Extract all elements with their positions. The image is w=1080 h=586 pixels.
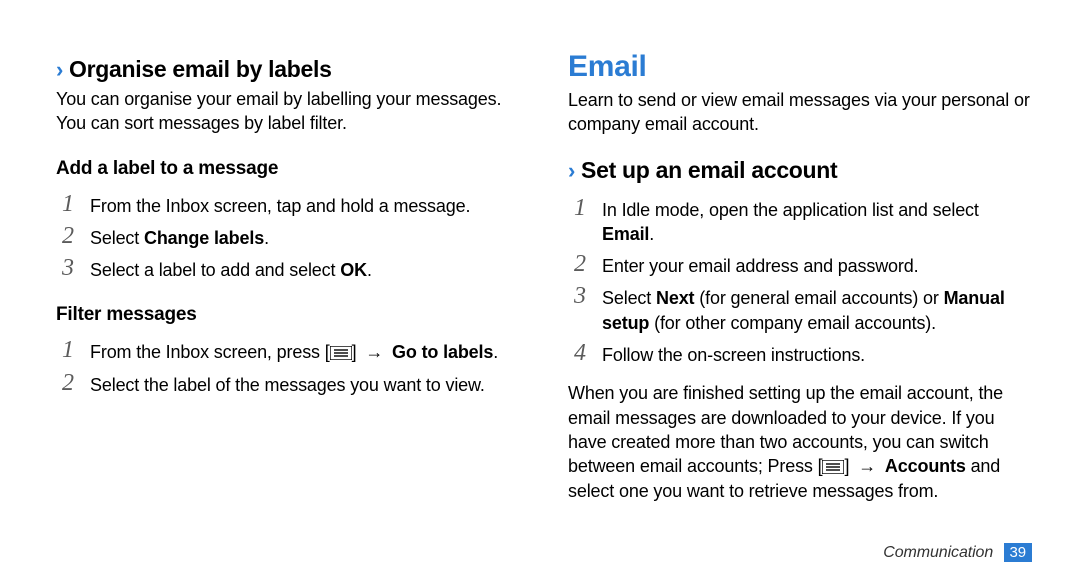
chevron-icon: ›: [568, 158, 575, 184]
step-text: Enter your email address and password.: [602, 252, 918, 278]
subheading-filter-messages: Filter messages: [56, 304, 520, 326]
text-part: .: [264, 228, 269, 248]
step-text: In Idle mode, open the application list …: [602, 196, 1032, 247]
text-part: Select: [602, 288, 656, 308]
text-part: .: [649, 224, 654, 244]
step-number: 3: [568, 284, 592, 309]
step: 1 In Idle mode, open the application lis…: [568, 196, 1032, 247]
subheading-add-label: Add a label to a message: [56, 158, 520, 180]
bold-text: Email: [602, 224, 649, 244]
step-number: 1: [56, 192, 80, 217]
heading-text: Organise email by labels: [69, 56, 332, 82]
intro-text: Learn to send or view email messages via…: [568, 88, 1032, 137]
outro-text: When you are finished setting up the ema…: [568, 381, 1032, 502]
step: 1 From the Inbox screen, tap and hold a …: [56, 192, 520, 218]
page-number: 39: [1004, 543, 1033, 562]
step-text: Follow the on-screen instructions.: [602, 341, 865, 367]
text-part: (for other company email accounts).: [649, 313, 936, 333]
step-text: Select Change labels.: [90, 224, 269, 250]
bold-text: OK: [340, 260, 367, 280]
text-part: In Idle mode, open the application list …: [602, 200, 979, 220]
text-part: From the Inbox screen, press [: [90, 342, 330, 362]
text-part: Select: [90, 228, 144, 248]
step: 4 Follow the on-screen instructions.: [568, 341, 1032, 367]
arrow-icon: →: [854, 454, 880, 478]
steps-filter-messages: 1 From the Inbox screen, press [] → Go t…: [56, 332, 520, 397]
heading-setup-account: ›Set up an email account: [568, 157, 1032, 184]
text-part: ]: [352, 342, 362, 362]
left-column: ›Organise email by labels You can organi…: [56, 36, 520, 554]
bold-text: Accounts: [885, 456, 966, 476]
step-text: From the Inbox screen, tap and hold a me…: [90, 192, 470, 218]
bold-text: Next: [656, 288, 694, 308]
step: 2 Select the label of the messages you w…: [56, 371, 520, 397]
text-part: Select a label to add and select: [90, 260, 340, 280]
step-number: 1: [568, 196, 592, 221]
step-number: 3: [56, 256, 80, 281]
heading-text: Set up an email account: [581, 157, 837, 183]
page: ›Organise email by labels You can organi…: [0, 0, 1080, 586]
arrow-icon: →: [361, 340, 387, 364]
bold-text: Go to labels: [392, 342, 493, 362]
step-number: 4: [568, 341, 592, 366]
step-text: Select Next (for general email accounts)…: [602, 284, 1032, 335]
step: 2 Enter your email address and password.: [568, 252, 1032, 278]
step-text: From the Inbox screen, press [] → Go to …: [90, 338, 498, 364]
step: 2 Select Change labels.: [56, 224, 520, 250]
right-column: Email Learn to send or view email messag…: [568, 36, 1032, 554]
step: 3 Select a label to add and select OK.: [56, 256, 520, 282]
step-number: 1: [56, 338, 80, 363]
step: 1 From the Inbox screen, press [] → Go t…: [56, 338, 520, 364]
steps-add-label: 1 From the Inbox screen, tap and hold a …: [56, 186, 520, 283]
menu-icon: [330, 346, 352, 360]
footer-section: Communication: [883, 544, 993, 561]
intro-text: You can organise your email by labelling…: [56, 87, 520, 136]
heading-email: Email: [568, 50, 1032, 84]
page-footer: Communication 39: [883, 543, 1032, 562]
step: 3 Select Next (for general email account…: [568, 284, 1032, 335]
step-number: 2: [568, 252, 592, 277]
step-text: Select a label to add and select OK.: [90, 256, 372, 282]
step-number: 2: [56, 224, 80, 249]
chevron-icon: ›: [56, 57, 63, 83]
bold-text: Change labels: [144, 228, 264, 248]
step-text: Select the label of the messages you wan…: [90, 371, 485, 397]
text-part: .: [367, 260, 372, 280]
heading-organise-email: ›Organise email by labels: [56, 56, 520, 83]
step-number: 2: [56, 371, 80, 396]
menu-icon: [822, 460, 844, 474]
text-part: (for general email accounts) or: [694, 288, 943, 308]
text-part: ]: [844, 456, 854, 476]
steps-setup-account: 1 In Idle mode, open the application lis…: [568, 190, 1032, 368]
text-part: .: [493, 342, 498, 362]
